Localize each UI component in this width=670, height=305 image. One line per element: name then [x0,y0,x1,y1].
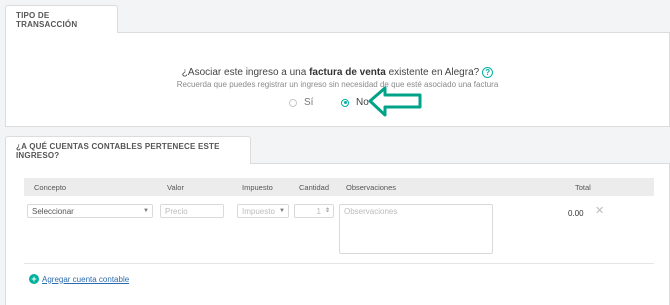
tab-cuentas-contables: ¿A QUÉ CUENTAS CONTABLES PERTENECE ESTE … [5,136,251,164]
association-subtext: Recuerda que puedes registrar un ingreso… [176,80,499,89]
factura-venta-text: factura de venta [309,67,386,79]
col-total: Total [575,183,591,192]
plus-circle-icon: + [29,274,39,284]
divider [24,263,654,264]
col-impuesto: Impuesto [242,183,273,192]
association-question: ¿Asociar este ingreso a una factura de v… [6,67,669,78]
add-account-link[interactable]: + Agregar cuenta contable [29,274,129,284]
add-account-label: Agregar cuenta contable [42,274,130,284]
valor-input[interactable]: Precio [160,204,224,218]
stepper-icon[interactable]: ⇕ [325,207,330,216]
tab-tipo-transaccion: TIPO DE TRANSACCIÓN [5,5,118,33]
observaciones-textarea[interactable]: Observaciones [339,204,493,254]
radio-no-indicator[interactable] [341,98,349,107]
tab-label: TIPO DE TRANSACCIÓN [16,10,78,29]
chevron-down-icon: ▼ [279,208,285,214]
help-icon[interactable]: ? [482,67,494,78]
col-concepto: Concepto [34,183,67,192]
radio-si[interactable]: Sí [289,97,313,108]
accounts-panel: Concepto Valor Impuesto Cantidad Observa… [5,163,670,305]
cantidad-stepper[interactable]: 1 ⇕ [294,204,334,218]
col-observaciones: Observaciones [346,183,397,192]
radio-si-indicator[interactable] [289,98,297,107]
transaction-type-panel: ¿Asociar este ingreso a una factura de v… [5,32,670,127]
col-cantidad: Cantidad [299,183,330,192]
concepto-select[interactable]: Seleccionar ▼ [27,204,153,218]
remove-row-icon[interactable]: ✕ [595,204,604,217]
annotation-arrow-icon [368,86,422,117]
radio-no-label: No [356,97,369,108]
radio-no[interactable]: No [341,97,369,108]
col-valor: Valor [167,183,184,192]
chevron-down-icon: ▼ [143,208,149,214]
radio-si-label: Sí [304,97,314,108]
accounts-table-header: Concepto Valor Impuesto Cantidad Observa… [24,178,654,196]
impuesto-select[interactable]: Impuesto ▼ [237,204,289,218]
association-radio-group: Sí No [6,97,669,111]
tab-label: ¿A QUÉ CUENTAS CONTABLES PERTENECE ESTE … [16,141,220,160]
row-total: 0.00 [568,209,584,218]
